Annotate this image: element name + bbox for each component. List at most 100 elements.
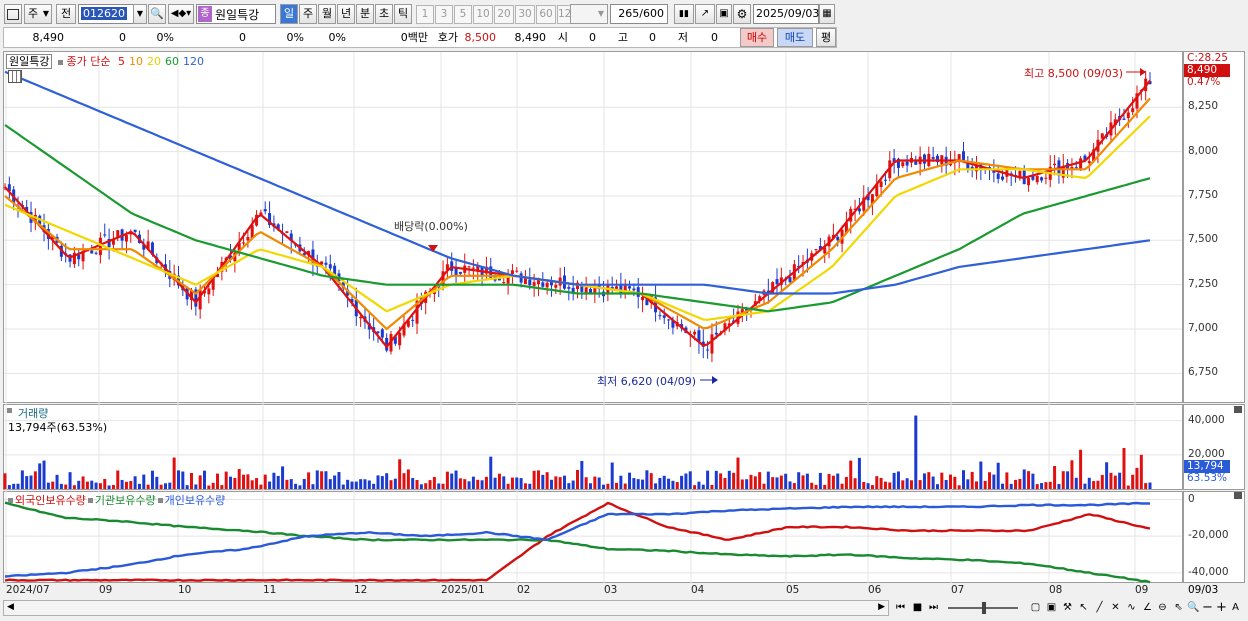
buy-button[interactable]: 매수 [740,28,774,47]
move-icon[interactable]: ⇖ [1171,600,1186,616]
interval-dropdown[interactable]: ▼ [570,4,608,24]
info-change: 0 [119,31,126,44]
price-legend-prefix: 종가 단순 [66,55,111,68]
calendar-button[interactable]: ▦ [819,4,835,24]
x-axis-label: 09 [99,584,113,596]
legend-square-icon [57,59,63,65]
name-prefix-badge: 종 [198,6,212,22]
count-input[interactable]: 265/600 [610,4,668,24]
calendar-icon: ▦ [822,8,832,19]
chevron-down-icon: ▼ [597,9,604,18]
info-quote-label: 호가 [437,31,458,44]
volume-square-icon [7,408,12,413]
x-axis-label: 09 [1135,584,1149,596]
x-axis-label: 05 [786,584,800,596]
stop-icon[interactable]: ■ [910,600,925,616]
date-input[interactable]: 2025/09/03 [753,4,819,24]
ma-label-60: 60 [164,55,179,68]
search-button[interactable]: 🔍 [148,4,166,24]
period-tab-3[interactable]: 년 [337,4,355,24]
market-select[interactable]: 주 ▼ [24,4,52,24]
code-dropdown-button[interactable]: ▼ [133,4,147,24]
stock-name-field[interactable]: 종 원일특강 [196,4,276,24]
market-label: 주 [28,7,39,20]
x-axis-label: 06 [868,584,882,596]
zoom-slider-thumb[interactable] [982,602,986,614]
x-axis-label: 12 [354,584,368,596]
info-low-label: 저 [677,31,688,44]
x-axis-label: 04 [691,584,705,596]
x-axis-label: 2024/07 [6,584,50,596]
count-total: /600 [639,7,664,20]
x-axis-label: 07 [951,584,965,596]
stock-code-input[interactable]: 012620 [78,4,134,24]
save-button[interactable]: ▣ [716,4,732,24]
legend-square-icon [157,498,163,503]
interval-button-30[interactable]: 30 [515,5,535,24]
layout2-icon[interactable]: ▣ [1044,600,1059,616]
period-tab-5[interactable]: 초 [375,4,393,24]
legend-square-icon [87,498,93,503]
period-tab-2[interactable]: 월 [318,4,336,24]
search-icon[interactable]: 🔍 [1186,600,1201,616]
sell-button[interactable]: 매도 [777,28,813,47]
close-panel-icon[interactable] [1234,406,1242,413]
arrow-tool-icon[interactable]: ↖ [1076,600,1091,616]
axis-top-label: C:28.25 [1187,52,1228,64]
info-amount: 0백만 [400,31,428,44]
holdings-legend-0: 외국인보유수량 [15,494,86,507]
interval-button-3[interactable]: 3 [435,5,453,24]
scroll-left-icon[interactable]: ◀ [7,602,14,612]
interval-button-1[interactable]: 1 [416,5,434,24]
x-axis-last-date: 09/03 [1188,584,1219,596]
first-page-icon[interactable]: ⏮ [893,600,908,616]
volume-current-rate: 63.53% [1187,472,1228,484]
volume-value-text: 13,794주(63.53%) [8,421,108,434]
period-tab-4[interactable]: 분 [356,4,374,24]
volume-panel[interactable] [3,404,1183,490]
scrollbar[interactable]: ◀ ▶ [3,600,889,616]
angle-tool-icon[interactable]: ∠ [1140,600,1155,616]
plus-icon[interactable]: + [1214,600,1229,616]
current-rate: 0.47% [1187,76,1221,88]
chart-menu-button[interactable] [4,4,22,24]
sound-button[interactable]: ◀◆▾ [168,4,194,24]
gear-icon: ⚙ [736,7,748,21]
info-open-value: 0 [589,31,596,44]
price-y-tick: 8,000 [1188,144,1219,157]
settings-button[interactable]: ⚙ [733,4,751,24]
scroll-right-icon[interactable]: ▶ [878,602,885,612]
minus-icon[interactable]: − [1200,600,1215,616]
grid-toggle-icon[interactable] [8,70,22,83]
price-y-tick: 7,750 [1188,188,1219,201]
x-axis-label: 2025/01 [441,584,485,596]
interval-button-5[interactable]: 5 [454,5,472,24]
ma-label-5: 5 [117,55,125,68]
avg-button[interactable]: 평 [816,28,836,47]
curve-tool-icon[interactable]: ∿ [1124,600,1139,616]
last-page-icon[interactable]: ⏭ [926,600,941,616]
tool-icon[interactable]: ⚒ [1060,600,1075,616]
interval-button-10[interactable]: 10 [473,5,493,24]
ma-label-120: 120 [182,55,204,68]
draw-tool-button[interactable]: ↗ [695,4,715,24]
period-tab-1[interactable]: 주 [299,4,317,24]
period-tab-0[interactable]: 일 [280,4,298,24]
price-panel[interactable] [3,51,1183,403]
close-panel-icon[interactable] [1234,492,1242,499]
interval-button-60[interactable]: 60 [536,5,556,24]
chart-type-button[interactable]: ▮▮ [674,4,694,24]
font-size-icon[interactable]: A [1228,600,1243,616]
zoom-out-icon[interactable]: ⊖ [1155,600,1170,616]
layout-icon[interactable]: ▢ [1028,600,1043,616]
period-tab-6[interactable]: 틱 [394,4,412,24]
cross-tool-icon[interactable]: ✕ [1108,600,1123,616]
info-low-value: 0 [711,31,718,44]
holdings-y-tick: -40,000 [1188,565,1229,578]
line-tool-icon[interactable]: ╱ [1092,600,1107,616]
info-volume-rate: 0% [286,31,304,44]
prev-button[interactable]: 전 [56,4,76,24]
interval-button-20[interactable]: 20 [494,5,514,24]
price-legend: 원일특강 종가 단순 5 10 20 60 120 [6,53,204,69]
ma-label-10: 10 [128,55,143,68]
